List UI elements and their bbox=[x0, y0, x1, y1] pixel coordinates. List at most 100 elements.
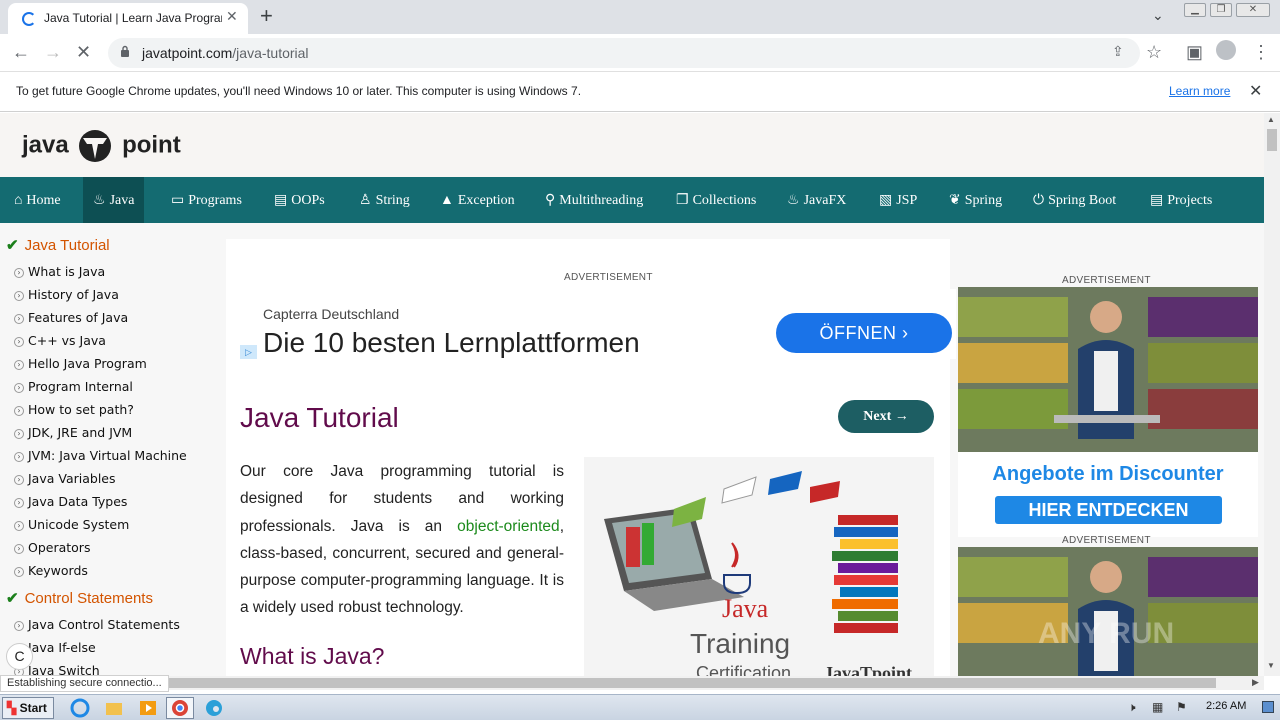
floating-c-button[interactable]: C bbox=[6, 643, 33, 670]
nav-collections[interactable]: ❐ Collections bbox=[666, 177, 766, 223]
tab-strip: Java Tutorial | Learn Java Programming ✕… bbox=[0, 0, 1280, 34]
address-bar[interactable]: javatpoint.com/java-tutorial ⇪ bbox=[108, 38, 1140, 68]
sidebar-item[interactable]: › History of Java bbox=[14, 287, 119, 302]
nav-jsp[interactable]: ▧ JSP bbox=[869, 177, 927, 223]
infobar-close-icon[interactable]: ✕ bbox=[1249, 81, 1262, 101]
nav-projects[interactable]: ▤ Projects bbox=[1140, 177, 1222, 223]
taskbar-clock[interactable]: 2:26 AM bbox=[1206, 700, 1246, 712]
sidebar-item[interactable]: › JVM: Java Virtual Machine bbox=[14, 448, 187, 463]
nav-exception[interactable]: ▲ Exception bbox=[430, 177, 525, 223]
edge-icon[interactable] bbox=[200, 697, 228, 719]
start-button[interactable]: ▚ Start bbox=[2, 697, 54, 719]
explorer-folder-icon[interactable] bbox=[100, 697, 128, 719]
minimize-button[interactable]: ▁ bbox=[1184, 3, 1206, 17]
maximize-button[interactable]: ❐ bbox=[1210, 3, 1232, 17]
new-tab-button[interactable]: + bbox=[260, 3, 273, 29]
sidebar-item[interactable]: › Program Internal bbox=[14, 379, 133, 394]
update-infobar: To get future Google Chrome updates, you… bbox=[0, 72, 1280, 112]
nav-spring-boot[interactable]: ⏻ Spring Boot bbox=[1023, 177, 1126, 223]
sidebar-item[interactable]: › JDK, JRE and JVM bbox=[14, 425, 132, 440]
sidebar-item[interactable]: › What is Java bbox=[14, 264, 105, 279]
chrome-taskbar-icon[interactable] bbox=[166, 697, 194, 719]
scroll-thumb[interactable] bbox=[1267, 129, 1277, 151]
media-player-icon[interactable] bbox=[134, 697, 162, 719]
nav-spring[interactable]: ❦ Spring bbox=[939, 177, 1012, 223]
forward-arrow-icon[interactable]: → bbox=[44, 42, 62, 63]
supermarket-ad[interactable]: Angebote im Discounter HIER ENTDECKEN bbox=[958, 287, 1258, 537]
tab-search-chevron-icon[interactable]: ⌄ bbox=[1152, 7, 1164, 24]
svg-text:Certification: Certification bbox=[696, 663, 791, 676]
bullet-arrow-icon: › bbox=[14, 360, 24, 370]
bullet-arrow-icon: › bbox=[14, 291, 24, 301]
nav-string[interactable]: ♙ String bbox=[349, 177, 420, 223]
sidebar-item[interactable]: › Java Data Types bbox=[14, 494, 127, 509]
nav-javafx[interactable]: ♨ JavaFX bbox=[777, 177, 856, 223]
home-icon: ⌂ bbox=[14, 193, 23, 208]
sidebar-item[interactable]: › Java Variables bbox=[14, 471, 116, 486]
ad-discover-button[interactable]: HIER ENTDECKEN bbox=[995, 496, 1222, 524]
supermarket-ad-2[interactable]: ANY RUN bbox=[958, 547, 1258, 676]
sidebar-item[interactable]: › Unicode System bbox=[14, 517, 129, 532]
svg-text:Java: Java bbox=[722, 594, 769, 623]
object-oriented-link[interactable]: object-oriented bbox=[457, 518, 560, 535]
sidebar-item[interactable]: › C++ vs Java bbox=[14, 333, 106, 348]
ie-icon[interactable] bbox=[66, 697, 94, 719]
horizontal-scrollbar[interactable]: ▶ bbox=[0, 676, 1264, 690]
profile-avatar[interactable] bbox=[1216, 40, 1236, 60]
action-center-flag-icon[interactable]: ⚑ bbox=[1176, 700, 1187, 714]
bullet-arrow-icon: › bbox=[14, 475, 24, 485]
svg-text:Training: Training bbox=[690, 628, 790, 659]
site-logo[interactable]: java point bbox=[22, 129, 181, 163]
sidebar-item[interactable]: › Operators bbox=[14, 540, 90, 555]
bullet-arrow-icon: › bbox=[14, 521, 24, 531]
nav-oops[interactable]: ▤ OOPs bbox=[264, 177, 335, 223]
nav-multithreading[interactable]: ⚲ Multithreading bbox=[535, 177, 653, 223]
window-close-button[interactable]: ✕ bbox=[1236, 3, 1270, 17]
nav-programs[interactable]: ▭ Programs bbox=[161, 177, 252, 223]
nav-java[interactable]: ♨ Java bbox=[83, 177, 145, 223]
learn-more-link[interactable]: Learn more bbox=[1169, 84, 1230, 98]
volume-icon[interactable]: 🕨 bbox=[1128, 700, 1136, 715]
adchoices-icon[interactable]: ▷ bbox=[240, 345, 257, 359]
monitor-icon: ▭ bbox=[171, 193, 185, 208]
sidebar-item[interactable]: › How to set path? bbox=[14, 402, 134, 417]
nav-home[interactable]: ⌂ Home bbox=[4, 177, 71, 223]
main-nav: ⌂ Home ♨ Java ▭ Programs ▤ OOPs ♙ String ▲ Exc… bbox=[0, 177, 1264, 223]
bullet-arrow-icon: › bbox=[14, 268, 24, 278]
show-desktop-icon[interactable] bbox=[1262, 701, 1274, 713]
browser-tab[interactable]: Java Tutorial | Learn Java Programming ✕ bbox=[8, 3, 248, 34]
scroll-right-arrow-icon[interactable]: ▶ bbox=[1252, 677, 1259, 688]
scroll-up-arrow-icon[interactable]: ▲ bbox=[1267, 115, 1275, 124]
side-panel-icon[interactable]: ▣ bbox=[1186, 42, 1203, 63]
stop-loading-icon[interactable]: ✕ bbox=[76, 42, 91, 63]
bookmark-star-icon[interactable]: ☆ bbox=[1146, 42, 1162, 63]
logo-t-icon bbox=[77, 129, 113, 163]
ad-brand: Capterra Deutschland bbox=[263, 306, 400, 322]
scroll-thumb[interactable] bbox=[16, 678, 1216, 688]
share-icon[interactable]: ⇪ bbox=[1112, 43, 1124, 60]
thread-icon: ⚲ bbox=[545, 193, 556, 208]
checkmark-icon: ✔ bbox=[6, 237, 19, 254]
menu-kebab-icon[interactable]: ⋮ bbox=[1252, 42, 1270, 63]
next-button[interactable]: Next → bbox=[838, 400, 934, 433]
oops-icon: ▤ bbox=[274, 193, 288, 208]
sidebar-item[interactable]: › Keywords bbox=[14, 563, 88, 578]
ad-open-button[interactable]: ÖFFNEN › bbox=[776, 313, 952, 353]
network-icon[interactable]: ▦ bbox=[1152, 700, 1163, 714]
page-viewport: java point ⌂ Home ♨ Java ▭ Programs ▤ OOPs ♙… bbox=[0, 113, 1264, 676]
scroll-down-arrow-icon[interactable]: ▼ bbox=[1267, 661, 1275, 670]
sidebar-item[interactable]: › Features of Java bbox=[14, 310, 128, 325]
sidebar-item[interactable]: › Hello Java Program bbox=[14, 356, 147, 371]
banner-ad[interactable]: Capterra Deutschland Die 10 besten Lernp… bbox=[240, 289, 956, 359]
tab-close-icon[interactable]: ✕ bbox=[226, 8, 238, 25]
svg-text:JavaTpoint: JavaTpoint bbox=[824, 663, 912, 676]
sidebar-section-java-tutorial[interactable]: ✔ Java Tutorial bbox=[6, 236, 110, 254]
sidebar-item[interactable]: › Java Control Statements bbox=[14, 617, 180, 632]
back-arrow-icon[interactable]: ← bbox=[12, 42, 30, 63]
ad-label: ADVERTISEMENT bbox=[564, 272, 653, 283]
vertical-scrollbar[interactable]: ▲ ▼ bbox=[1264, 113, 1280, 676]
windows-logo-icon: ▚ bbox=[7, 701, 17, 715]
sidebar-section-control-statements[interactable]: ✔ Control Statements bbox=[6, 589, 153, 607]
windows-taskbar: ▚ Start 🕨 ▦ ⚑ 2:26 AM bbox=[0, 694, 1280, 720]
shopper-image bbox=[958, 287, 1258, 452]
